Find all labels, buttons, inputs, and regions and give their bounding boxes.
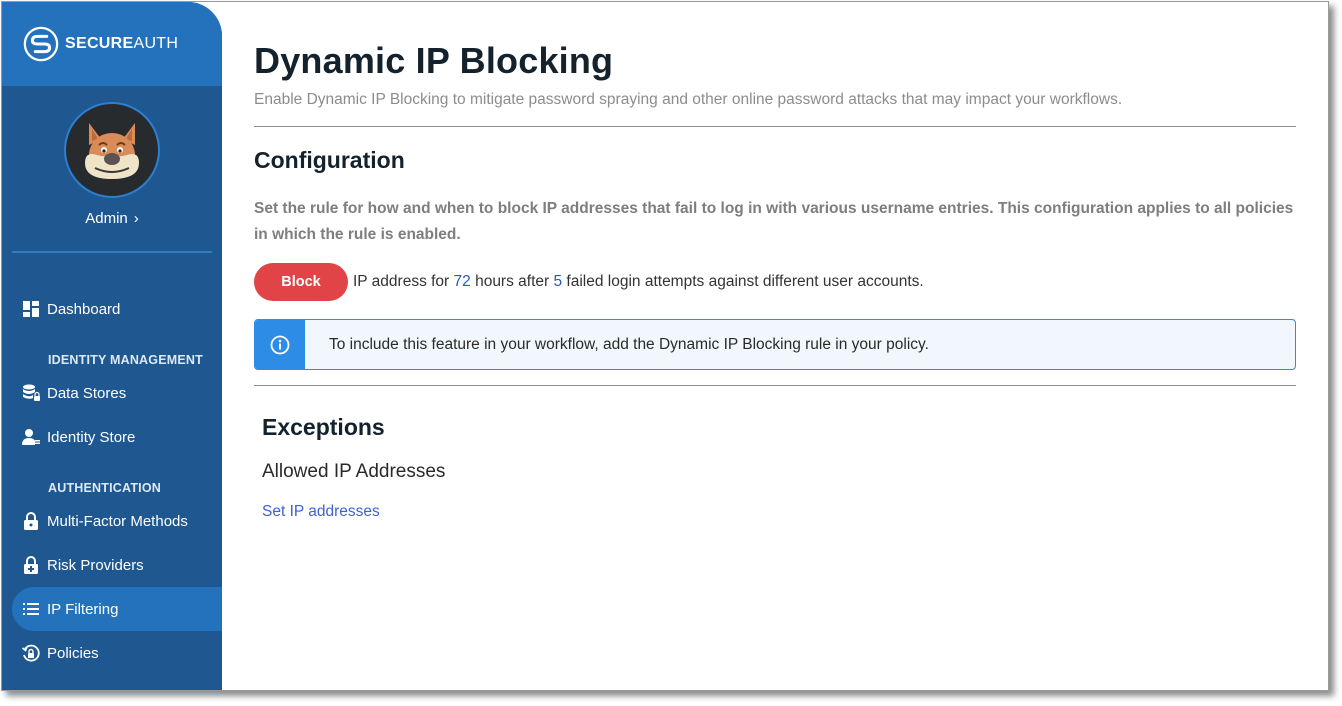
sidebar-item-policies[interactable]: Policies — [12, 631, 222, 675]
main-content: Dynamic IP Blocking Enable Dynamic IP Bl… — [254, 2, 1296, 521]
sidebar-item-identity-store[interactable]: Identity Store — [12, 415, 222, 459]
page-description: Enable Dynamic IP Blocking to mitigate p… — [254, 91, 1123, 108]
section-identity-management: IDENTITY MANAGEMENT — [48, 353, 203, 367]
lock-icon — [22, 512, 40, 530]
avatar[interactable] — [64, 102, 160, 198]
sidebar-item-label: Policies — [47, 644, 99, 662]
allowed-ip-addresses-heading: Allowed IP Addresses — [262, 461, 446, 482]
exceptions-section: Exceptions Allowed IP Addresses Set IP a… — [254, 414, 1296, 521]
user-store-icon — [22, 428, 40, 446]
admin-name: Admin — [85, 210, 128, 227]
sidebar: SECUREAUTH Admin › Dashboard IDENTITY MA… — [2, 2, 222, 690]
secureauth-logo-icon — [23, 26, 59, 62]
exceptions-title: Exceptions — [262, 414, 385, 440]
brand-name: SECUREAUTH — [65, 35, 179, 52]
sidebar-nav: Dashboard IDENTITY MANAGEMENT Data Store… — [2, 287, 222, 675]
set-ip-addresses-link[interactable]: Set IP addresses — [262, 503, 380, 521]
sidebar-item-label: Data Stores — [47, 384, 127, 402]
blocking-rule: Block IP address for 72 hours after 5 fa… — [254, 263, 1296, 301]
info-banner: To include this feature in your workflow… — [254, 319, 1296, 370]
user-profile: Admin › — [2, 86, 222, 227]
policy-lock-icon — [22, 644, 40, 662]
sidebar-item-ip-filtering[interactable]: IP Filtering — [12, 587, 222, 631]
sidebar-item-label: Risk Providers — [47, 556, 144, 574]
divider — [254, 126, 1296, 127]
divider — [254, 385, 1296, 386]
rule-text: IP address for — [353, 273, 454, 290]
page-title: Dynamic IP Blocking — [254, 40, 614, 81]
info-icon — [270, 335, 290, 354]
configuration-title: Configuration — [254, 147, 405, 173]
sidebar-item-dashboard[interactable]: Dashboard — [12, 287, 222, 331]
dashboard-icon — [22, 300, 40, 318]
info-icon-cell — [255, 320, 305, 369]
sidebar-item-multi-factor-methods[interactable]: Multi-Factor Methods — [12, 499, 222, 543]
sidebar-item-label: IP Filtering — [47, 600, 119, 618]
lock-plus-icon — [22, 556, 40, 574]
admin-profile-link[interactable]: Admin › — [85, 210, 139, 227]
sidebar-item-label: Dashboard — [47, 300, 121, 318]
block-hours-value[interactable]: 72 — [454, 273, 471, 291]
configuration-description: Set the rule for how and when to block I… — [254, 200, 1294, 243]
sidebar-item-label: Identity Store — [47, 428, 136, 446]
rule-text: hours after — [470, 273, 554, 290]
app-window: SECUREAUTH Admin › Dashboard IDENTITY MA… — [1, 1, 1329, 691]
database-lock-icon — [22, 384, 40, 402]
sidebar-item-label: Multi-Factor Methods — [47, 512, 188, 530]
block-action-button[interactable]: Block — [254, 263, 348, 301]
info-text: To include this feature in your workflow… — [329, 335, 929, 353]
sidebar-item-risk-providers[interactable]: Risk Providers — [12, 543, 222, 587]
brand-header[interactable]: SECUREAUTH — [2, 2, 222, 86]
sidebar-item-data-stores[interactable]: Data Stores — [12, 371, 222, 415]
failed-attempts-value[interactable]: 5 — [553, 273, 562, 291]
rule-text: failed login attempts against different … — [562, 273, 924, 290]
list-icon — [22, 600, 40, 618]
sidebar-divider — [12, 251, 212, 253]
chevron-right-icon: › — [133, 210, 139, 227]
section-authentication: AUTHENTICATION — [48, 481, 161, 495]
dog-avatar-icon — [85, 123, 139, 179]
